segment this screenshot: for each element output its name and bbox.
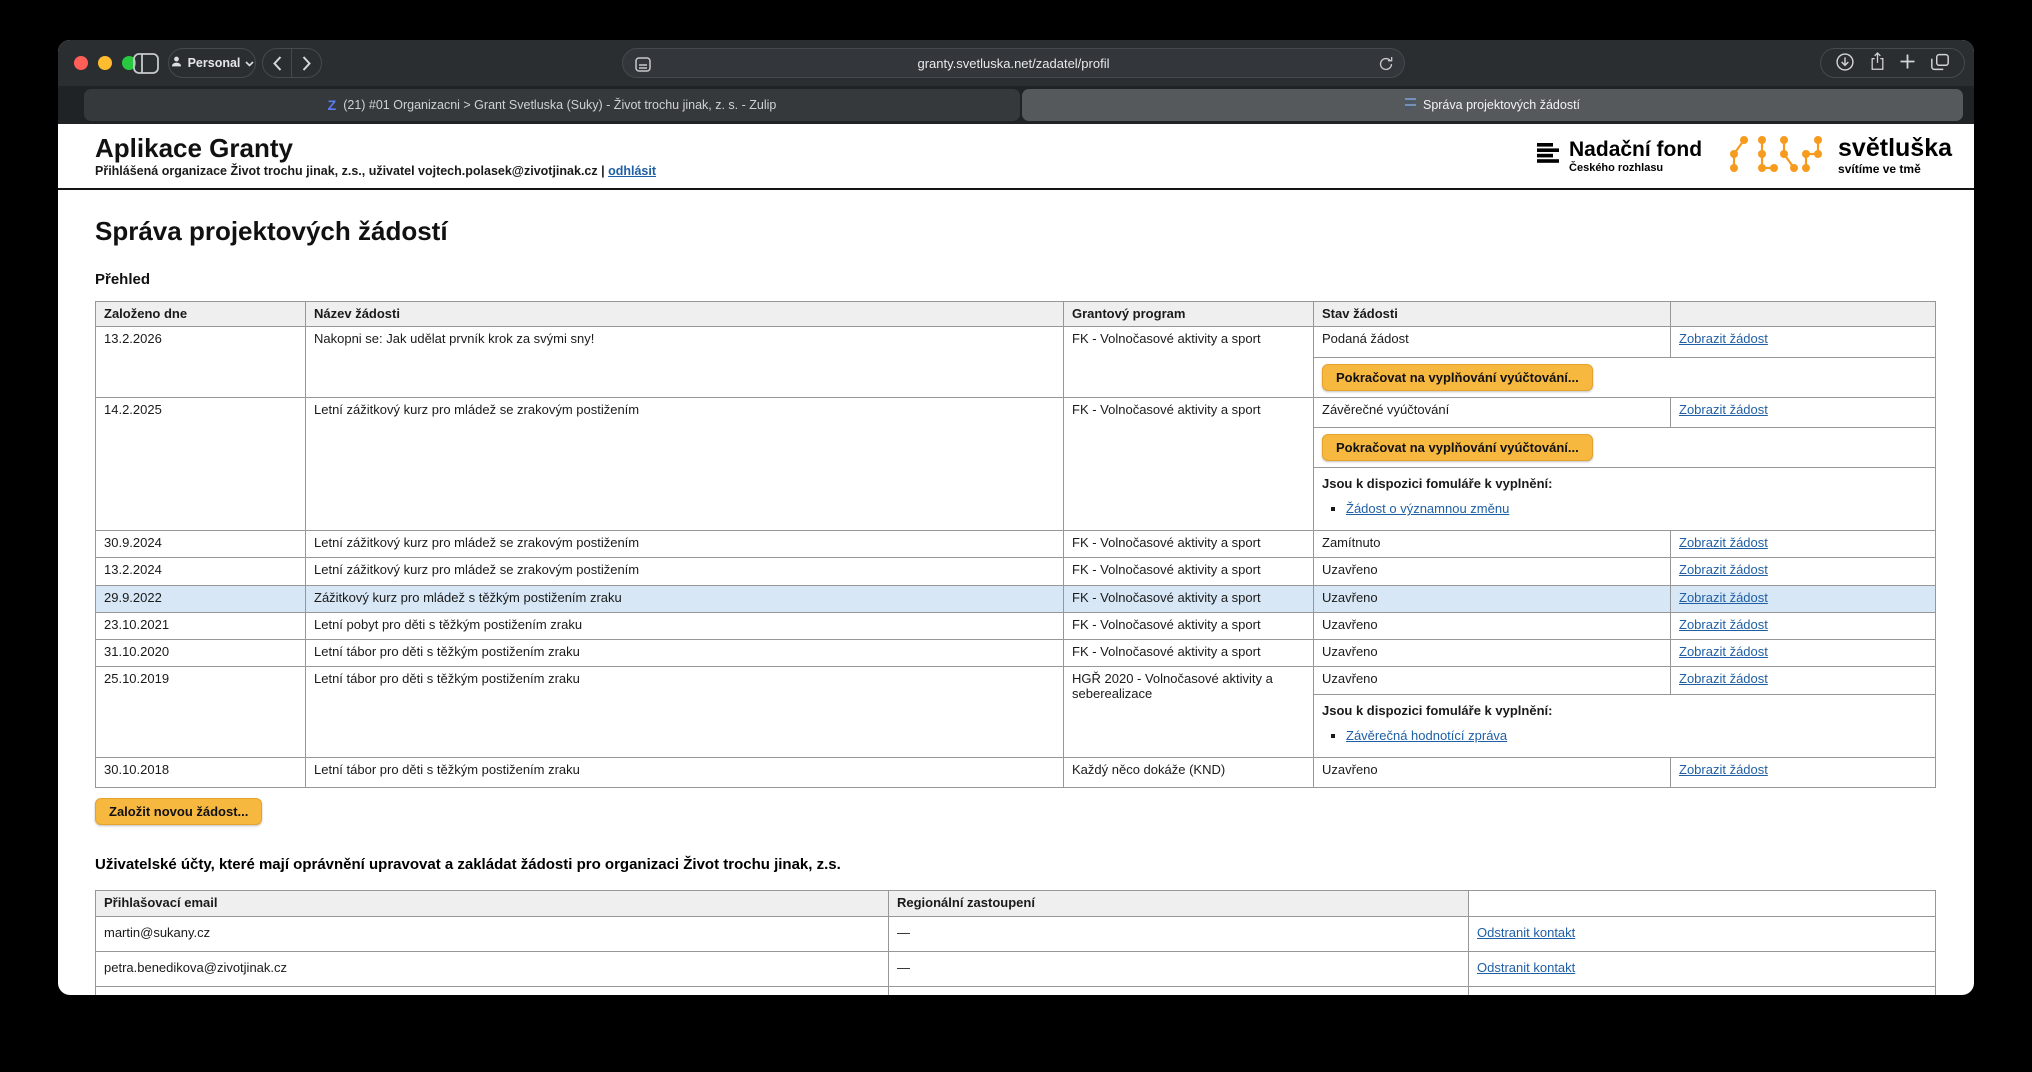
tab-zulip-label: (21) #01 Organizacni > Grant Svetluska (… bbox=[343, 98, 776, 112]
continue-vyuctovani-button[interactable]: Pokračovat na vyplňování vyúčtování... bbox=[1322, 434, 1593, 461]
table-row: martin@sukany.cz — Odstranit kontakt bbox=[96, 917, 1936, 952]
zulip-favicon: Z bbox=[328, 98, 337, 112]
browser-toolbar: Personal granty.svetluska.net/zadatel/pr… bbox=[58, 40, 1974, 86]
nadacni-fond-logo: Nadační fond Českého rozhlasu bbox=[1535, 139, 1702, 174]
login-info: Přihlášená organizace Život trochu jinak… bbox=[95, 164, 656, 178]
applications-table: Založeno dne Název žádosti Grantový prog… bbox=[95, 301, 1936, 788]
minimize-window-button[interactable] bbox=[98, 56, 112, 70]
forms-available-label: Jsou k dispozici fomuláře k vyplnění: bbox=[1322, 476, 1927, 491]
status-cell: Uzavřeno bbox=[1314, 558, 1671, 586]
new-application-button[interactable]: Založit novou žádost... bbox=[95, 798, 262, 825]
tab-zulip[interactable]: Z (21) #01 Organizacni > Grant Svetluska… bbox=[84, 89, 1020, 121]
chevron-down-icon bbox=[245, 56, 254, 70]
close-window-button[interactable] bbox=[74, 56, 88, 70]
logout-link[interactable]: odhlásit bbox=[608, 164, 656, 178]
accounts-heading: Uživatelské účty, které mají oprávnění u… bbox=[95, 856, 1935, 873]
form-link-zadost-zmena[interactable]: Žádost o významnou změnu bbox=[1346, 501, 1509, 516]
site-header: Aplikace Granty Přihlášená organizace Ži… bbox=[58, 124, 1974, 190]
tab-bar: Z (21) #01 Organizacni > Grant Svetluska… bbox=[58, 86, 1974, 124]
zobrazit-zadost-link[interactable]: Zobrazit žádost bbox=[1679, 590, 1768, 605]
toolbar-actions bbox=[1820, 48, 1965, 78]
window-controls bbox=[74, 56, 136, 70]
applications-table-header: Založeno dne Název žádosti Grantový prog… bbox=[96, 302, 1936, 327]
status-cell: Závěrečné vyúčtování bbox=[1314, 398, 1671, 428]
zobrazit-zadost-link[interactable]: Zobrazit žádost bbox=[1679, 671, 1768, 686]
tab-overview-icon[interactable] bbox=[1930, 53, 1950, 74]
svetluska-logo: světluška svítíme ve tmě bbox=[1728, 132, 1952, 181]
tab-sprava-zadosti[interactable]: Správa projektových žádostí bbox=[1022, 89, 1963, 121]
page-content: Správa projektových žádostí Přehled Zalo… bbox=[58, 216, 1974, 995]
status-cell: Podaná žádost bbox=[1314, 327, 1671, 358]
zobrazit-zadost-link[interactable]: Zobrazit žádost bbox=[1679, 644, 1768, 659]
table-row: 30.10.2018 Letní tábor pro děti s těžkým… bbox=[96, 758, 1936, 788]
zobrazit-zadost-link[interactable]: Zobrazit žádost bbox=[1679, 562, 1768, 577]
zobrazit-zadost-link[interactable]: Zobrazit žádost bbox=[1679, 402, 1768, 417]
profile-label: Personal bbox=[188, 56, 241, 70]
table-row: vojtech.polasek@zivotjinak.cz — bbox=[96, 987, 1936, 996]
back-button[interactable] bbox=[263, 49, 292, 77]
person-icon bbox=[170, 55, 183, 71]
zobrazit-zadost-link[interactable]: Zobrazit žádost bbox=[1679, 617, 1768, 632]
status-cell: Uzavřeno bbox=[1314, 667, 1671, 695]
cesky-rozhlas-bars-icon bbox=[1535, 140, 1561, 172]
app-title: Aplikace Granty bbox=[95, 134, 656, 163]
zobrazit-zadost-link[interactable]: Zobrazit žádost bbox=[1679, 535, 1768, 550]
tab-sprava-label: Správa projektových žádostí bbox=[1423, 98, 1580, 112]
page-title: Správa projektových žádostí bbox=[95, 216, 1935, 247]
table-row: 13.2.2024 Letní zážitkový kurz pro mláde… bbox=[96, 558, 1936, 586]
reload-icon[interactable] bbox=[1378, 56, 1394, 75]
url-text: granty.svetluska.net/zadatel/profil bbox=[918, 56, 1110, 71]
zobrazit-zadost-link[interactable]: Zobrazit žádost bbox=[1679, 762, 1768, 777]
page-settings-icon[interactable] bbox=[635, 57, 651, 75]
sidebar-toggle-icon[interactable] bbox=[131, 52, 161, 74]
continue-vyuctovani-button[interactable]: Pokračovat na vyplňování vyúčtování... bbox=[1322, 364, 1593, 391]
browser-window: Personal granty.svetluska.net/zadatel/pr… bbox=[58, 40, 1974, 995]
table-row-highlighted: 29.9.2022 Zážitkový kurz pro mládež s tě… bbox=[96, 586, 1936, 613]
table-row: 25.10.2019 Letní tábor pro děti s těžkým… bbox=[96, 667, 1936, 695]
table-row: 14.2.2025 Letní zážitkový kurz pro mláde… bbox=[96, 398, 1936, 428]
svetluska-dots-icon bbox=[1728, 132, 1828, 181]
table-row: 23.10.2021 Letní pobyt pro děti s těžkým… bbox=[96, 613, 1936, 640]
address-bar[interactable]: granty.svetluska.net/zadatel/profil bbox=[622, 48, 1405, 78]
accounts-table-header: Přihlašovací email Regionální zastoupení bbox=[96, 891, 1936, 917]
share-icon[interactable] bbox=[1869, 51, 1886, 75]
granty-favicon bbox=[1405, 98, 1416, 112]
status-cell: Zamítnuto bbox=[1314, 531, 1671, 558]
overview-heading: Přehled bbox=[95, 271, 1935, 288]
status-cell: Uzavřeno bbox=[1314, 613, 1671, 640]
downloads-icon[interactable] bbox=[1835, 52, 1855, 75]
table-row: 13.2.2026 Nakopni se: Jak udělat prvník … bbox=[96, 327, 1936, 358]
navigation-buttons bbox=[262, 48, 322, 78]
accounts-table: Přihlašovací email Regionální zastoupení… bbox=[95, 890, 1936, 995]
table-row: 30.9.2024 Letní zážitkový kurz pro mláde… bbox=[96, 531, 1936, 558]
status-cell: Uzavřeno bbox=[1314, 640, 1671, 667]
profile-switcher[interactable]: Personal bbox=[168, 48, 256, 78]
table-row: petra.benedikova@zivotjinak.cz — Odstran… bbox=[96, 952, 1936, 987]
form-link-zaverecna-zprava[interactable]: Závěrečná hodnotící zpráva bbox=[1346, 728, 1507, 743]
forms-available-label: Jsou k dispozici fomuláře k vyplnění: bbox=[1322, 703, 1927, 718]
zobrazit-zadost-link[interactable]: Zobrazit žádost bbox=[1679, 331, 1768, 346]
table-row: 31.10.2020 Letní tábor pro děti s těžkým… bbox=[96, 640, 1936, 667]
status-cell: Uzavřeno bbox=[1314, 586, 1671, 613]
odstranit-kontakt-link[interactable]: Odstranit kontakt bbox=[1477, 925, 1575, 940]
new-tab-icon[interactable] bbox=[1899, 53, 1916, 73]
odstranit-kontakt-link[interactable]: Odstranit kontakt bbox=[1477, 960, 1575, 975]
status-cell: Uzavřeno bbox=[1314, 758, 1671, 788]
forward-button[interactable] bbox=[292, 49, 321, 77]
